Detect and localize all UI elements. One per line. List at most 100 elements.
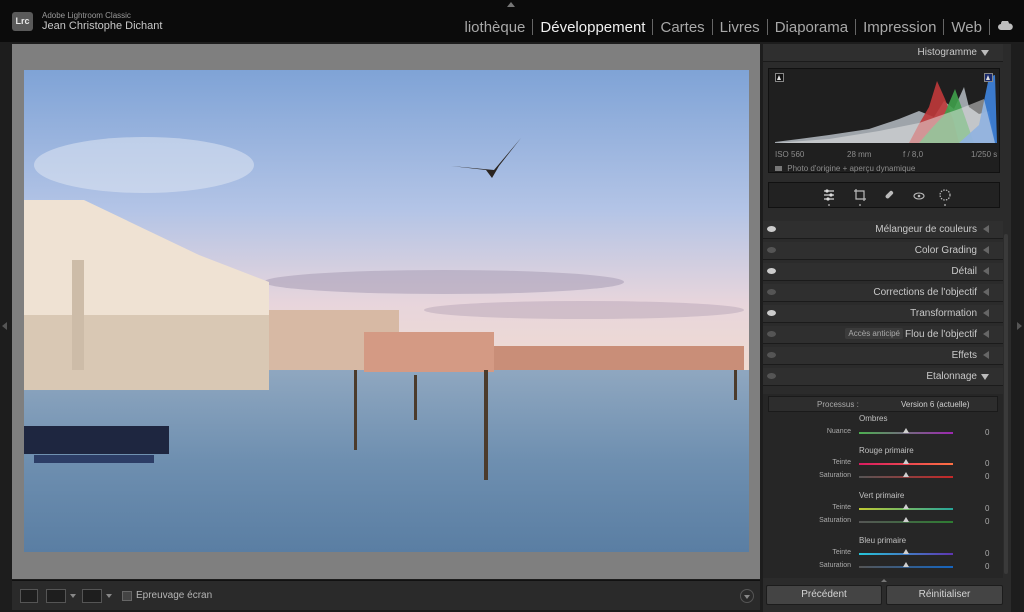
visibility-eye-icon[interactable]	[767, 289, 776, 295]
module-print[interactable]: Impression	[856, 19, 943, 36]
visibility-eye-icon[interactable]	[767, 310, 776, 316]
module-web[interactable]: Web	[944, 19, 989, 36]
slider-value[interactable]: 0	[985, 472, 989, 481]
healing-icon[interactable]	[882, 188, 896, 202]
before-after-menu-icon[interactable]	[70, 594, 76, 598]
visibility-eye-icon[interactable]	[767, 331, 776, 337]
image-viewer[interactable]	[12, 44, 760, 579]
module-develop[interactable]: Développement	[533, 19, 652, 36]
panel-label: Mélangeur de couleurs	[875, 224, 977, 235]
right-panel: Histogramme ISO 560 28 mm f / 8,0 1/250 …	[763, 44, 1011, 612]
slider-thumb[interactable]	[903, 428, 909, 433]
panel-color-mixer[interactable]: Mélangeur de couleurs	[763, 221, 1003, 239]
panel-label: Color Grading	[914, 245, 977, 256]
panel-transform[interactable]: Transformation	[763, 305, 1003, 323]
red-eye-icon[interactable]	[912, 188, 926, 202]
slider-label: Saturation	[819, 472, 851, 479]
slider-value[interactable]: 0	[985, 517, 989, 526]
slider-thumb[interactable]	[903, 562, 909, 567]
slider-label: Saturation	[819, 562, 851, 569]
slider-thumb[interactable]	[903, 504, 909, 509]
module-book[interactable]: Livres	[713, 19, 767, 36]
loupe-view-button[interactable]	[20, 589, 38, 603]
histogram-graph	[775, 75, 997, 143]
group-title-shadows: Ombres	[859, 414, 888, 423]
panel-end-icon	[881, 579, 887, 582]
module-divider	[989, 19, 990, 35]
right-panel-toggle-icon[interactable]	[1017, 322, 1022, 330]
slider-label: Saturation	[819, 517, 851, 524]
calibration-body: Processus : Version 6 (actuelle) Ombres …	[763, 394, 1003, 578]
visibility-eye-icon[interactable]	[767, 226, 776, 232]
slider-value[interactable]: 0	[985, 459, 989, 468]
module-library[interactable]: liothèque	[465, 19, 533, 36]
expand-icon	[983, 246, 989, 254]
panel-detail[interactable]: Détail	[763, 263, 1003, 281]
bottom-toolbar: Epreuvage écran	[12, 580, 760, 610]
slider-value[interactable]: 0	[985, 549, 989, 558]
compare-menu-icon[interactable]	[106, 594, 112, 598]
crop-icon[interactable]	[853, 188, 867, 202]
early-access-badge: Accès anticipé	[845, 328, 903, 339]
exif-aperture: f / 8,0	[903, 150, 924, 159]
toolbar-options-icon[interactable]	[740, 589, 754, 603]
compare-view-button[interactable]	[82, 589, 102, 603]
slider-value[interactable]: 0	[985, 562, 989, 571]
before-after-button[interactable]	[46, 589, 66, 603]
identity-plate[interactable]: Jean Christophe Dichant	[42, 20, 162, 32]
process-version-select[interactable]: Processus : Version 6 (actuelle)	[768, 396, 998, 412]
panel-calibration[interactable]: Etalonnage	[763, 368, 1003, 386]
tool-indicator	[828, 204, 830, 206]
visibility-eye-icon[interactable]	[767, 352, 776, 358]
panel-label: Effets	[951, 350, 977, 361]
masking-icon[interactable]	[938, 188, 952, 202]
collapse-icon	[981, 374, 989, 380]
reset-button[interactable]: Réinitialiser	[886, 585, 1003, 605]
cloud-sync-icon[interactable]	[998, 21, 1013, 30]
left-panel-toggle-icon[interactable]	[2, 322, 7, 330]
slider-thumb[interactable]	[903, 549, 909, 554]
process-label: Processus :	[817, 400, 859, 409]
expand-icon	[983, 267, 989, 275]
app-logo: Lrc	[12, 12, 33, 31]
histogram[interactable]: ISO 560 28 mm f / 8,0 1/250 s Photo d'or…	[768, 68, 1000, 173]
slider-thumb[interactable]	[903, 472, 909, 477]
expand-icon	[983, 225, 989, 233]
panel-scrollbar[interactable]	[1004, 234, 1008, 574]
tool-indicator	[944, 204, 946, 206]
expand-icon	[983, 330, 989, 338]
preview-source: Photo d'origine + aperçu dynamique	[775, 164, 915, 173]
visibility-eye-icon[interactable]	[767, 373, 776, 379]
panel-effects[interactable]: Effets	[763, 347, 1003, 365]
slider-label: Nuance	[826, 428, 851, 435]
panel-color-grading[interactable]: Color Grading	[763, 242, 1003, 260]
photo-illustration	[24, 70, 749, 552]
shadow-clipping-icon[interactable]	[775, 73, 784, 82]
histogram-header[interactable]: Histogramme	[763, 44, 1003, 62]
panel-lens-corrections[interactable]: Corrections de l'objectif	[763, 284, 1003, 302]
preview-source-label: Photo d'origine + aperçu dynamique	[787, 164, 916, 173]
tool-strip	[768, 182, 1000, 208]
visibility-eye-icon[interactable]	[767, 247, 776, 253]
slider-label: Teinte	[832, 459, 851, 466]
preview-icon	[775, 166, 782, 172]
exif-shutter: 1/250 s	[971, 150, 998, 159]
highlight-clipping-icon[interactable]	[984, 73, 993, 82]
slider-value[interactable]: 0	[985, 504, 989, 513]
module-map[interactable]: Cartes	[653, 19, 711, 36]
group-title-green: Vert primaire	[859, 491, 905, 500]
module-slideshow[interactable]: Diaporama	[768, 19, 855, 36]
photo-venice	[24, 70, 749, 552]
visibility-eye-icon[interactable]	[767, 268, 776, 274]
exif-iso: ISO 560	[775, 150, 805, 159]
group-title-blue: Bleu primaire	[859, 536, 907, 545]
collapse-top-icon[interactable]	[507, 2, 515, 7]
panel-lens-blur[interactable]: Accès anticipé Flou de l'objectif	[763, 326, 1003, 344]
slider-value[interactable]: 0	[985, 428, 989, 437]
tool-indicator	[859, 204, 861, 206]
previous-button[interactable]: Précédent	[766, 585, 882, 605]
slider-thumb[interactable]	[903, 517, 909, 522]
softproof-checkbox[interactable]	[122, 591, 132, 601]
slider-thumb[interactable]	[903, 459, 909, 464]
edit-sliders-icon[interactable]	[822, 188, 836, 202]
